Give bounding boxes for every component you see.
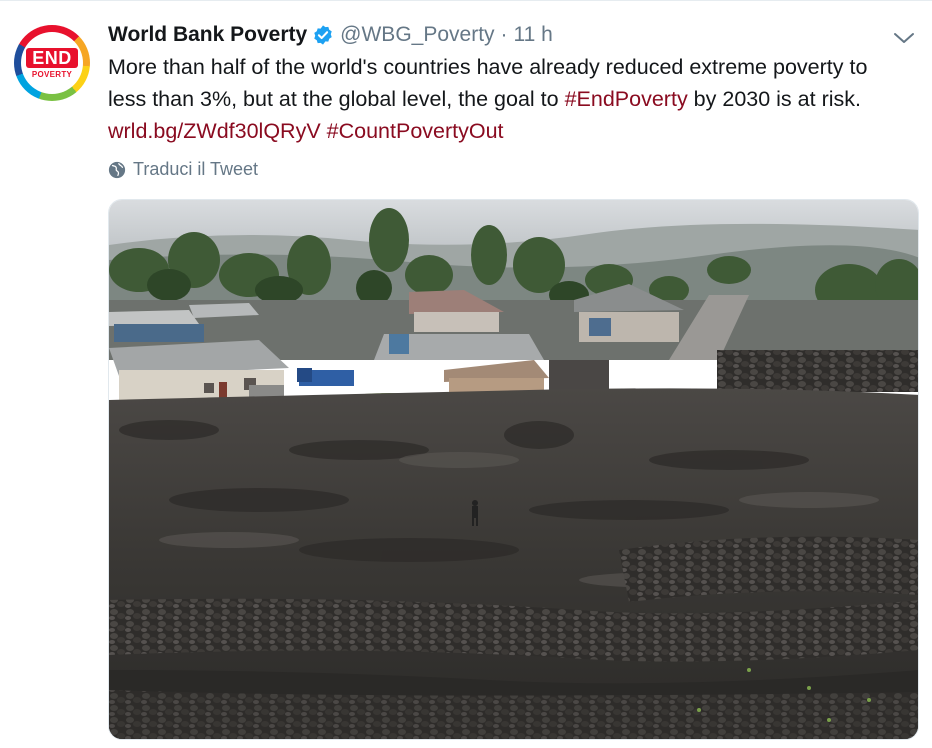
tweet-photo[interactable] — [108, 199, 919, 740]
hashtag-countpovertyout-link[interactable]: #CountPovertyOut — [327, 119, 504, 143]
avatar-poverty-text: POVERTY — [31, 69, 73, 79]
url-link[interactable]: wrld.bg/ZWdf30lQRyV — [108, 119, 321, 143]
tweet-text-line-3: wrld.bg/ZWdf30lQRyV #CountPovertyOut — [108, 115, 918, 147]
globe-icon — [108, 161, 126, 178]
avatar-logo: END POVERTY — [21, 32, 83, 94]
tweet-timestamp[interactable]: 11 h — [514, 23, 553, 47]
translate-tweet-button[interactable]: Traduci il Tweet — [108, 159, 258, 180]
tweet-text: More than half of the world's countries … — [108, 51, 918, 147]
avatar-end-text: END — [26, 47, 78, 68]
user-handle[interactable]: @WBG_Poverty — [340, 23, 494, 47]
tweet-text-segment: less than 3%, but at the global level, t… — [108, 87, 565, 111]
separator-dot: · — [500, 23, 508, 46]
hashtag-endpoverty-link[interactable]: #EndPoverty — [565, 87, 688, 111]
display-name[interactable]: World Bank Poverty — [108, 23, 307, 47]
tweet-card[interactable]: END POVERTY World Bank Poverty @WBG_Pove… — [0, 0, 932, 748]
photo-image — [109, 200, 918, 739]
chevron-down-icon[interactable] — [892, 29, 916, 47]
avatar[interactable]: END POVERTY — [14, 25, 90, 101]
tweet-header: World Bank Poverty @WBG_Poverty · 11 h — [108, 21, 553, 49]
tweet-text-line-2: less than 3%, but at the global level, t… — [108, 83, 918, 115]
tweet-text-line-1: More than half of the world's countries … — [108, 55, 868, 79]
translate-label: Traduci il Tweet — [133, 159, 259, 179]
verified-badge-icon — [314, 25, 332, 45]
tweet-text-segment: by 2030 is at risk. — [687, 87, 861, 111]
